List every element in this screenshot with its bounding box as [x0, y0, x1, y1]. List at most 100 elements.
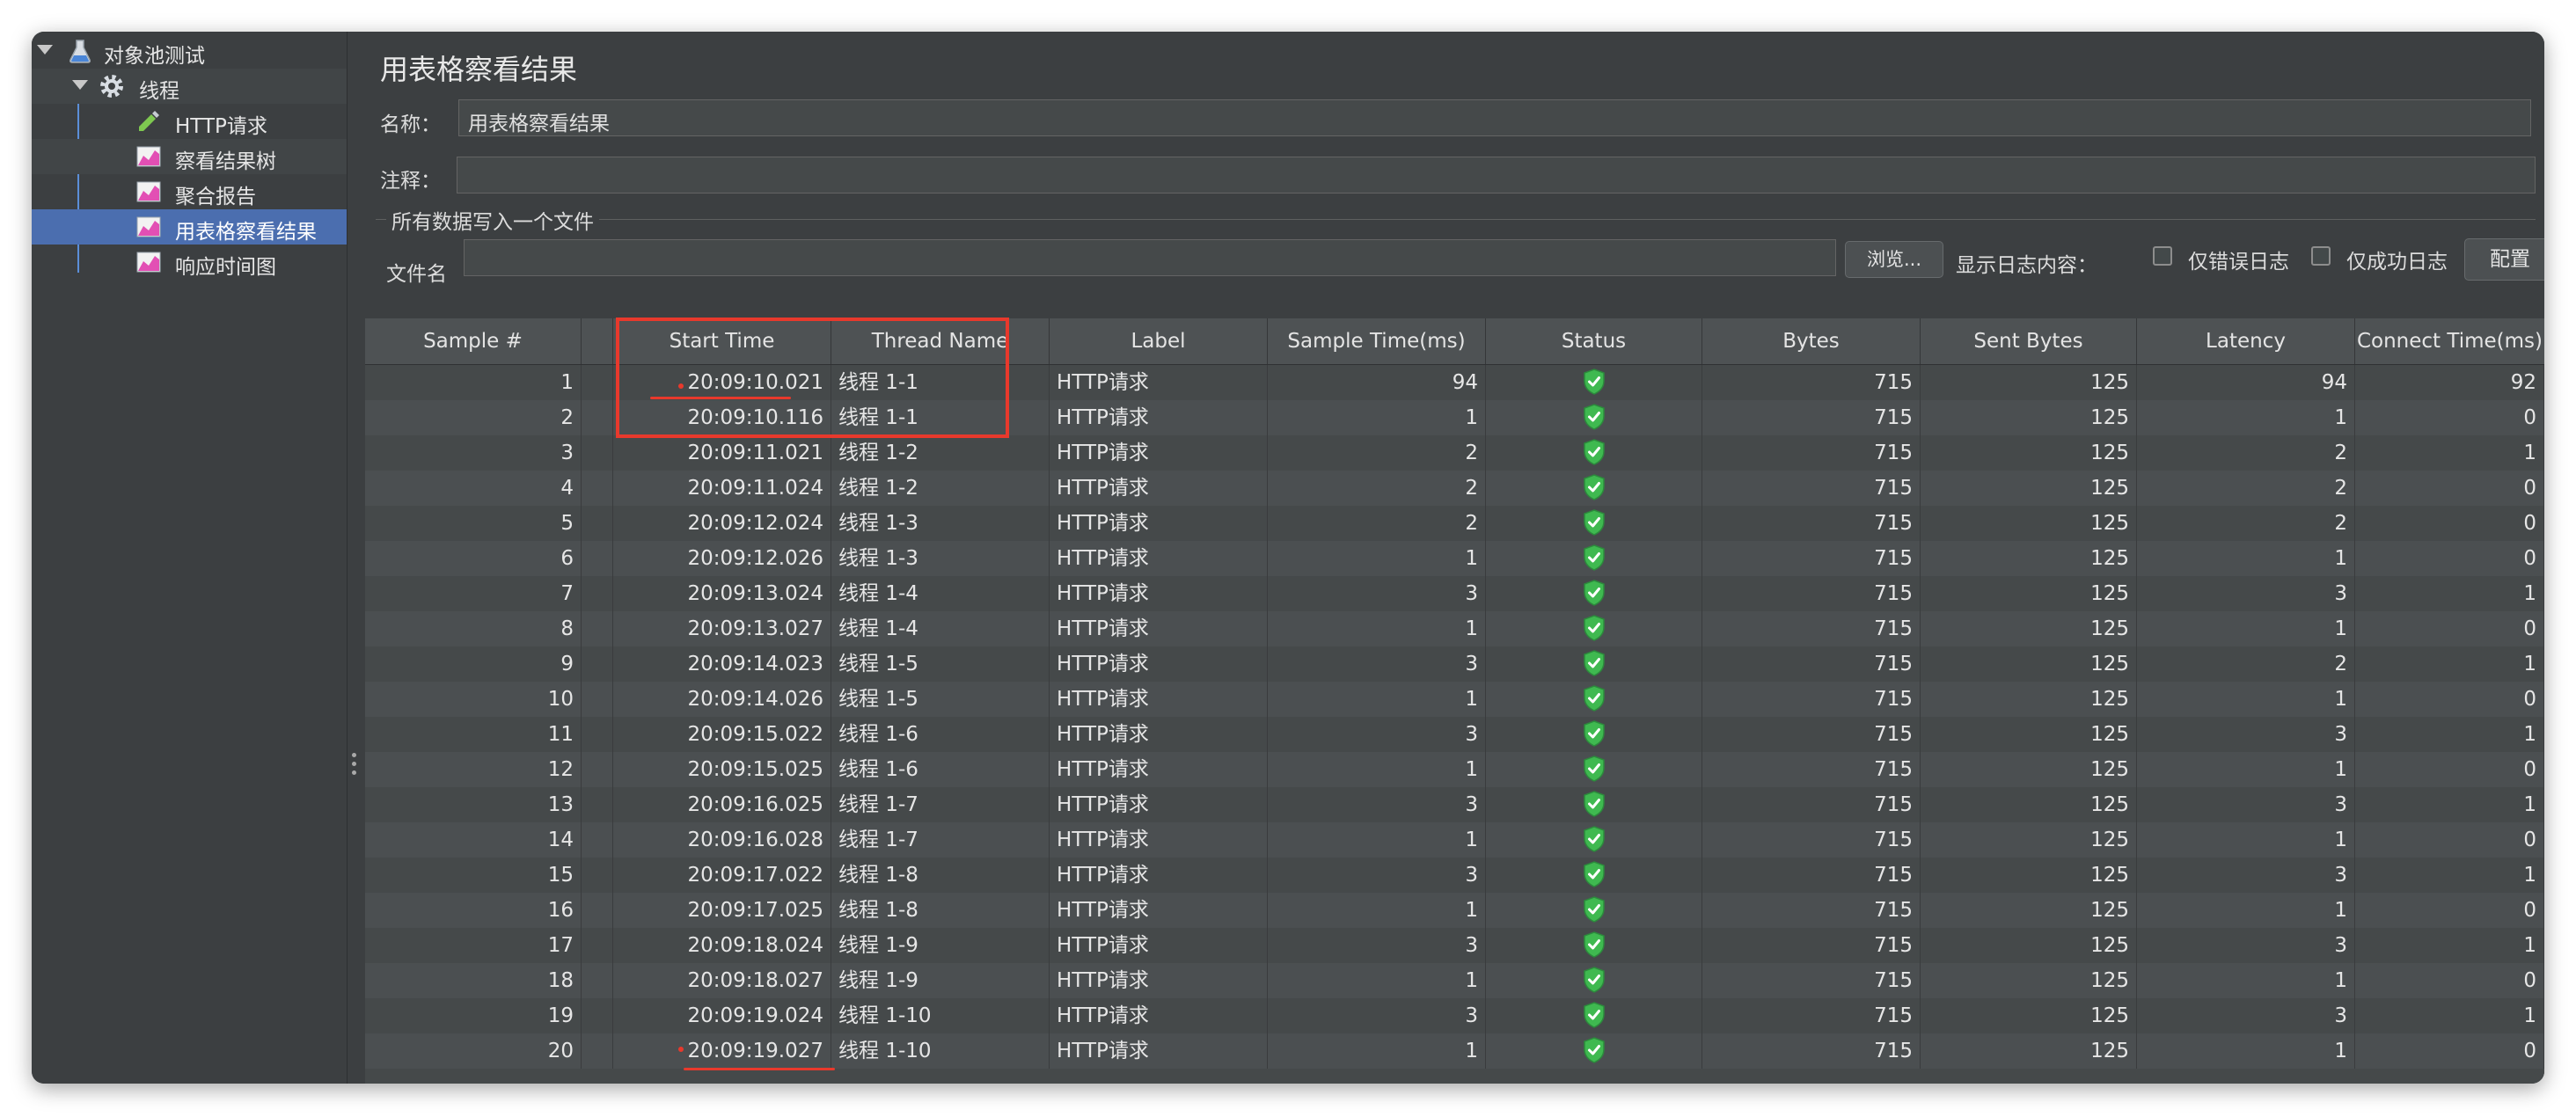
cell-sent-bytes: 125	[1921, 365, 2137, 400]
column-header-sample[interactable]: Sample #	[365, 318, 582, 364]
cell-label: HTTP请求	[1050, 682, 1268, 717]
column-header-sent-bytes[interactable]: Sent Bytes	[1921, 318, 2137, 364]
tree-node-response-time-graph[interactable]: 响应时间图	[32, 245, 347, 280]
cell-sample-time: 2	[1268, 506, 1486, 541]
cell-thread-name: 线程 1-3	[831, 541, 1050, 576]
tree-node-view-results-tree[interactable]: 察看结果树	[32, 139, 347, 174]
table-row[interactable]: 18 20:09:18.027 线程 1-9 HTTP请求 1 715 125 1 0	[365, 963, 2544, 998]
table-row[interactable]: 11 20:09:15.022 线程 1-6 HTTP请求 3 715 125 3 1	[365, 717, 2544, 752]
cell-bytes: 715	[1702, 928, 1921, 963]
table-row[interactable]: 14 20:09:16.028 线程 1-7 HTTP请求 1 715 125 1 0	[365, 822, 2544, 858]
tree-node-aggregate-report[interactable]: 聚合报告	[32, 174, 347, 209]
cell-start-time: 20:09:18.027	[613, 963, 831, 998]
table-row[interactable]: 13 20:09:16.025 线程 1-7 HTTP请求 3 715 125 3 1	[365, 787, 2544, 822]
cell-bytes: 715	[1702, 1033, 1921, 1069]
table-row[interactable]: 9 20:09:14.023 线程 1-5 HTTP请求 3 715 125 2 1	[365, 646, 2544, 682]
cell-sent-bytes: 125	[1921, 963, 2137, 998]
cell-sample: 15	[365, 858, 582, 893]
success-only-checkbox[interactable]	[2311, 246, 2331, 266]
chart-icon	[136, 146, 161, 167]
cell-sent-bytes: 125	[1921, 576, 2137, 611]
cell-spacer	[582, 717, 613, 752]
table-row[interactable]: 17 20:09:18.024 线程 1-9 HTTP请求 3 715 125 3 1	[365, 928, 2544, 963]
cell-sample: 6	[365, 541, 582, 576]
table-row[interactable]: 8 20:09:13.027 线程 1-4 HTTP请求 1 715 125 1 0	[365, 611, 2544, 646]
configure-button[interactable]: 配置	[2464, 238, 2544, 281]
browse-button[interactable]: 浏览...	[1845, 241, 1943, 278]
tree-node-test-plan[interactable]: 对象池测试	[32, 33, 347, 69]
tree-node-thread-group[interactable]: 线程	[32, 69, 347, 104]
cell-sent-bytes: 125	[1921, 435, 2137, 471]
table-row[interactable]: 10 20:09:14.026 线程 1-5 HTTP请求 1 715 125 1 0	[365, 682, 2544, 717]
tree-node-label: 线程	[139, 80, 179, 103]
cell-sample: 10	[365, 682, 582, 717]
success-shield-icon	[1583, 615, 1605, 641]
cell-sent-bytes: 125	[1921, 928, 2137, 963]
cell-connect-time: 1	[2355, 435, 2544, 471]
table-row[interactable]: 12 20:09:15.025 线程 1-6 HTTP请求 1 715 125 1 0	[365, 752, 2544, 787]
cell-bytes: 715	[1702, 506, 1921, 541]
cell-label: HTTP请求	[1050, 611, 1268, 646]
cell-sample-time: 94	[1268, 365, 1486, 400]
cell-start-time: 20:09:11.024	[613, 471, 831, 506]
cell-connect-time: 1	[2355, 998, 2544, 1033]
cell-sent-bytes: 125	[1921, 541, 2137, 576]
tree-node-view-results-in-table[interactable]: 用表格察看结果	[32, 209, 347, 245]
cell-status	[1486, 752, 1702, 787]
table-row[interactable]: 20 20:09:19.027 线程 1-10 HTTP请求 1 715 125 1 0	[365, 1033, 2544, 1069]
cell-start-time: 20:09:14.026	[613, 682, 831, 717]
cell-thread-name: 线程 1-4	[831, 576, 1050, 611]
tree-node-label: 对象池测试	[104, 45, 205, 68]
table-row[interactable]: 5 20:09:12.024 线程 1-3 HTTP请求 2 715 125 2 0	[365, 506, 2544, 541]
success-shield-icon	[1583, 931, 1605, 958]
column-header-sample-time[interactable]: Sample Time(ms)	[1268, 318, 1486, 364]
tree-node-http-request[interactable]: HTTP请求	[32, 104, 347, 139]
expand-caret-icon[interactable]	[37, 45, 53, 55]
cell-spacer	[582, 858, 613, 893]
cell-sent-bytes: 125	[1921, 787, 2137, 822]
success-shield-icon	[1583, 509, 1605, 536]
cell-latency: 3	[2137, 928, 2355, 963]
table-row[interactable]: 6 20:09:12.026 线程 1-3 HTTP请求 1 715 125 1 0	[365, 541, 2544, 576]
cell-start-time: 20:09:16.028	[613, 822, 831, 858]
log-content-label: 显示日志内容：	[1956, 254, 2097, 277]
table-row[interactable]: 4 20:09:11.024 线程 1-2 HTTP请求 2 715 125 2 0	[365, 471, 2544, 506]
underline-annotation	[650, 397, 791, 399]
flask-icon	[70, 40, 91, 63]
chart-icon	[136, 216, 161, 237]
cell-latency: 2	[2137, 435, 2355, 471]
column-header-latency[interactable]: Latency	[2137, 318, 2355, 364]
cell-latency: 1	[2137, 682, 2355, 717]
table-row[interactable]: 16 20:09:17.025 线程 1-8 HTTP请求 1 715 125 1 0	[365, 893, 2544, 928]
column-header-connect-time[interactable]: Connect Time(ms)	[2355, 318, 2544, 364]
cell-sample-time: 1	[1268, 893, 1486, 928]
cell-spacer	[582, 998, 613, 1033]
column-header-status[interactable]: Status	[1486, 318, 1702, 364]
success-shield-icon	[1583, 1037, 1605, 1063]
column-header-bytes[interactable]: Bytes	[1702, 318, 1921, 364]
cell-connect-time: 1	[2355, 787, 2544, 822]
cell-latency: 1	[2137, 822, 2355, 858]
expand-caret-icon[interactable]	[72, 80, 88, 90]
table-row[interactable]: 19 20:09:19.024 线程 1-10 HTTP请求 3 715 125 3 1	[365, 998, 2544, 1033]
name-field[interactable]: 用表格察看结果	[458, 99, 2531, 136]
cell-sample: 17	[365, 928, 582, 963]
tree-node-label: 响应时间图	[175, 256, 276, 279]
success-shield-icon	[1583, 756, 1605, 782]
filename-field[interactable]	[464, 239, 1836, 276]
cell-bytes: 715	[1702, 611, 1921, 646]
table-row[interactable]: 15 20:09:17.022 线程 1-8 HTTP请求 3 715 125 3 1	[365, 858, 2544, 893]
panel-splitter[interactable]	[347, 32, 361, 1084]
comment-field[interactable]	[457, 157, 2536, 193]
cell-label: HTTP请求	[1050, 787, 1268, 822]
cell-bytes: 715	[1702, 682, 1921, 717]
cell-sample: 5	[365, 506, 582, 541]
table-row[interactable]: 3 20:09:11.021 线程 1-2 HTTP请求 2 715 125 2 1	[365, 435, 2544, 471]
column-header-label[interactable]: Label	[1050, 318, 1268, 364]
cell-start-time: 20:09:14.023	[613, 646, 831, 682]
cell-label: HTTP请求	[1050, 1033, 1268, 1069]
table-row[interactable]: 7 20:09:13.024 线程 1-4 HTTP请求 3 715 125 3 1	[365, 576, 2544, 611]
cell-sample: 4	[365, 471, 582, 506]
errors-only-checkbox[interactable]	[2153, 246, 2172, 266]
cell-sent-bytes: 125	[1921, 471, 2137, 506]
